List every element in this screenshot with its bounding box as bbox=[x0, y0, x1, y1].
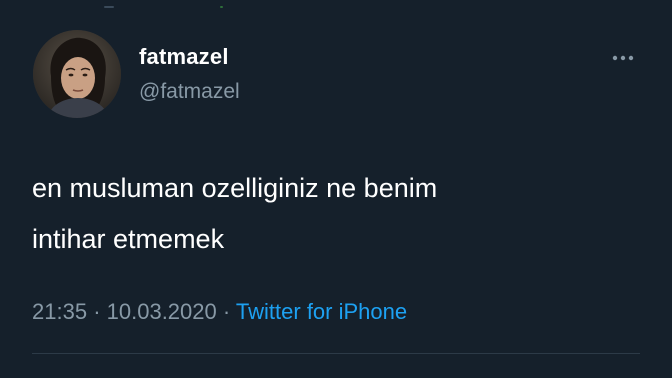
meta-separator: · bbox=[93, 299, 101, 324]
more-options-button[interactable] bbox=[606, 46, 640, 70]
avatar[interactable] bbox=[33, 30, 121, 118]
tweet-source-link[interactable]: Twitter for iPhone bbox=[236, 299, 407, 324]
tweet-date[interactable]: 10.03.2020 bbox=[107, 299, 217, 324]
author-display-name[interactable]: fatmazel bbox=[139, 44, 229, 70]
tweet-meta: 21:35 · 10.03.2020 · Twitter for iPhone bbox=[32, 299, 407, 325]
tweet-card: fatmazel @fatmazel en musluman ozelligin… bbox=[0, 0, 672, 378]
meta-separator: · bbox=[222, 299, 231, 324]
user-avatar-photo-icon bbox=[33, 30, 121, 118]
divider bbox=[32, 353, 640, 354]
tweet-text: en musluman ozelliginiz ne benim intihar… bbox=[32, 173, 438, 254]
tweet-time[interactable]: 21:35 bbox=[32, 299, 87, 324]
more-horizontal-icon bbox=[612, 55, 634, 61]
author-handle[interactable]: @fatmazel bbox=[139, 80, 240, 104]
